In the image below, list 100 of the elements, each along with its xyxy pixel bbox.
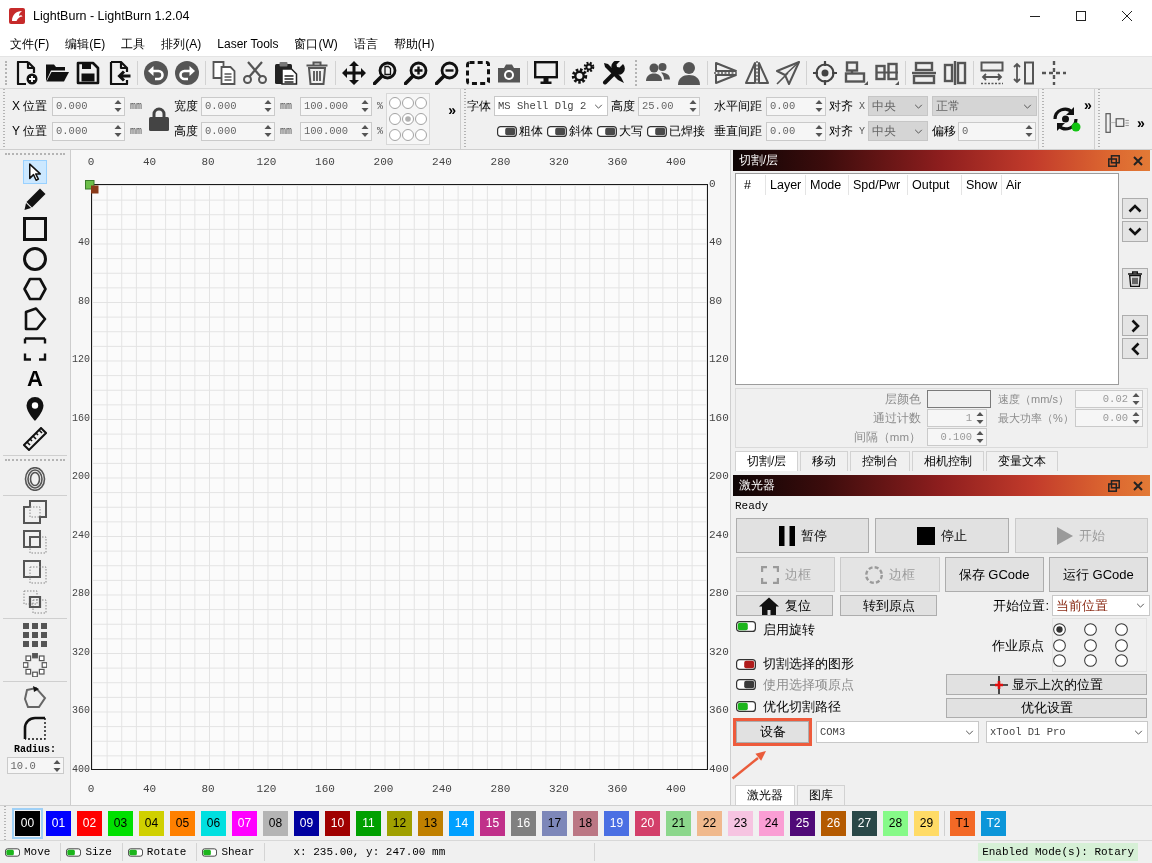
layer-color-button[interactable]: 04 xyxy=(139,810,164,836)
column-header[interactable]: Mode xyxy=(806,175,849,195)
layer-color-button[interactable]: 18 xyxy=(573,810,598,836)
tab[interactable]: 移动 xyxy=(800,451,849,471)
anchor-radio[interactable] xyxy=(389,96,401,109)
toggle-switch-icon[interactable] xyxy=(736,701,756,712)
distribute-icon[interactable] xyxy=(1011,60,1035,85)
spinner-arrows-icon[interactable] xyxy=(114,124,122,138)
layer-color-button[interactable]: 22 xyxy=(697,810,722,836)
gears-icon[interactable] xyxy=(571,60,595,85)
offset-field[interactable]: 0 xyxy=(958,121,1036,141)
toggle-switch-icon[interactable] xyxy=(736,658,756,670)
spinner-arrows-icon[interactable] xyxy=(815,124,823,138)
column-header[interactable]: Show xyxy=(962,175,1002,195)
column-header[interactable]: Spd/Pwr xyxy=(849,175,908,195)
wrench-screwdriver-icon[interactable] xyxy=(602,60,626,85)
person-icon[interactable] xyxy=(677,60,701,85)
menu-item[interactable]: 窗口(W) xyxy=(286,34,346,54)
layer-color-button[interactable]: 08 xyxy=(263,810,288,836)
rounded-corner-icon[interactable] xyxy=(23,716,47,740)
toggle-switch-icon[interactable] xyxy=(202,847,218,857)
radio-button[interactable] xyxy=(1115,638,1128,652)
undo-icon[interactable] xyxy=(144,60,168,85)
layer-color-button[interactable]: 13 xyxy=(418,810,443,836)
scale-field[interactable]: 100.000 xyxy=(300,121,372,141)
union-squares-icon[interactable] xyxy=(23,500,47,524)
devices-button[interactable]: 设备 xyxy=(736,721,809,743)
anchor-radio[interactable] xyxy=(389,128,401,141)
bracket-frame-icon[interactable] xyxy=(23,337,47,361)
radio-button[interactable] xyxy=(1115,654,1128,667)
position-field[interactable]: 0.000 xyxy=(52,96,125,116)
layer-color-button[interactable]: 23 xyxy=(728,810,753,836)
layer-color-button[interactable]: 10 xyxy=(325,810,350,836)
anchor-radio[interactable] xyxy=(415,96,427,109)
column-header[interactable]: # xyxy=(736,175,766,195)
delete-button[interactable] xyxy=(1122,268,1148,289)
layer-color-button[interactable]: 02 xyxy=(77,810,102,836)
layer-color-button[interactable]: 20 xyxy=(635,810,660,836)
position-field[interactable]: 0.000 xyxy=(52,121,125,141)
size-field[interactable]: 0.000 xyxy=(201,96,275,116)
radio-button[interactable] xyxy=(1084,638,1097,652)
file-arrow-icon[interactable] xyxy=(107,60,131,85)
anchor-radio[interactable] xyxy=(402,128,414,141)
dashed-square-icon[interactable] xyxy=(466,60,490,85)
column-header[interactable]: Air xyxy=(1002,175,1022,195)
layer-color-button[interactable]: 29 xyxy=(914,810,939,836)
save-gcode-button[interactable]: 保存 GCode xyxy=(944,557,1044,592)
layer-color-button[interactable]: 16 xyxy=(511,810,536,836)
scale-field[interactable]: 100.000 xyxy=(300,96,372,116)
circle-icon[interactable] xyxy=(23,247,47,271)
menu-item[interactable]: 排列(A) xyxy=(153,34,210,54)
layer-color-button[interactable]: 26 xyxy=(821,810,846,836)
close-icon[interactable] xyxy=(1122,11,1132,21)
toggle-switch-icon[interactable] xyxy=(547,125,567,137)
zoom-out-icon[interactable] xyxy=(435,60,459,85)
radio-button[interactable] xyxy=(1053,654,1066,667)
menu-item[interactable]: Laser Tools xyxy=(209,34,287,54)
layout-boxes-icon[interactable] xyxy=(1105,112,1129,134)
float-window-icon[interactable] xyxy=(1108,479,1120,492)
spinner-arrows-icon[interactable] xyxy=(264,124,272,138)
menu-item[interactable]: 语言 xyxy=(345,34,386,54)
scissors-icon[interactable] xyxy=(243,60,267,85)
go-to-origin-button[interactable]: 转到原点 xyxy=(840,595,937,616)
spinner-arrows-icon[interactable] xyxy=(264,99,272,113)
tab[interactable]: 激光器 xyxy=(735,785,795,805)
menu-item[interactable]: 帮助(H) xyxy=(385,34,443,54)
toggle-switch-icon[interactable] xyxy=(497,125,517,137)
toggle-switch-icon[interactable] xyxy=(647,125,667,137)
optimization-settings-button[interactable]: 优化设置 xyxy=(946,698,1147,718)
node-edit-icon[interactable] xyxy=(23,686,47,710)
overflow-button[interactable]: » xyxy=(1084,97,1092,113)
align-bars-icon[interactable] xyxy=(912,60,936,85)
tab[interactable]: 相机控制 xyxy=(912,451,985,471)
move-left-button[interactable] xyxy=(1122,338,1148,359)
menu-item[interactable]: 编辑(E) xyxy=(57,34,114,54)
radio-button[interactable] xyxy=(1053,638,1066,652)
minimize-icon[interactable] xyxy=(1030,15,1040,17)
toggle-switch-icon[interactable] xyxy=(5,847,20,857)
copy-icon[interactable] xyxy=(212,60,236,85)
offset-rings-icon[interactable] xyxy=(23,467,47,491)
layer-color-button[interactable]: 06 xyxy=(201,810,226,836)
circular-array-icon[interactable] xyxy=(23,653,47,677)
layer-color-button[interactable]: 24 xyxy=(759,810,784,836)
spacing-field[interactable]: 0.00 xyxy=(766,96,826,116)
overflow-button[interactable]: » xyxy=(1137,115,1145,131)
layer-color-button[interactable]: 03 xyxy=(108,810,133,836)
hexagon-icon[interactable] xyxy=(23,277,47,301)
float-window-icon[interactable] xyxy=(1108,154,1120,167)
overlap-squares-icon[interactable] xyxy=(23,590,47,614)
subtract-squares-icon[interactable] xyxy=(23,530,47,554)
layer-color-button[interactable]: 12 xyxy=(387,810,412,836)
move-arrows-icon[interactable] xyxy=(342,60,366,85)
layer-color-button[interactable]: 19 xyxy=(604,810,629,836)
mirror-triangles-icon[interactable] xyxy=(745,60,769,85)
spinner-arrows-icon[interactable] xyxy=(114,99,122,113)
monitor-icon[interactable] xyxy=(534,60,558,85)
clipboard-icon[interactable] xyxy=(274,60,298,85)
toggle-switch-icon[interactable] xyxy=(736,621,756,632)
rectangle-icon[interactable] xyxy=(23,217,47,241)
spinner-arrows-icon[interactable] xyxy=(689,99,697,113)
